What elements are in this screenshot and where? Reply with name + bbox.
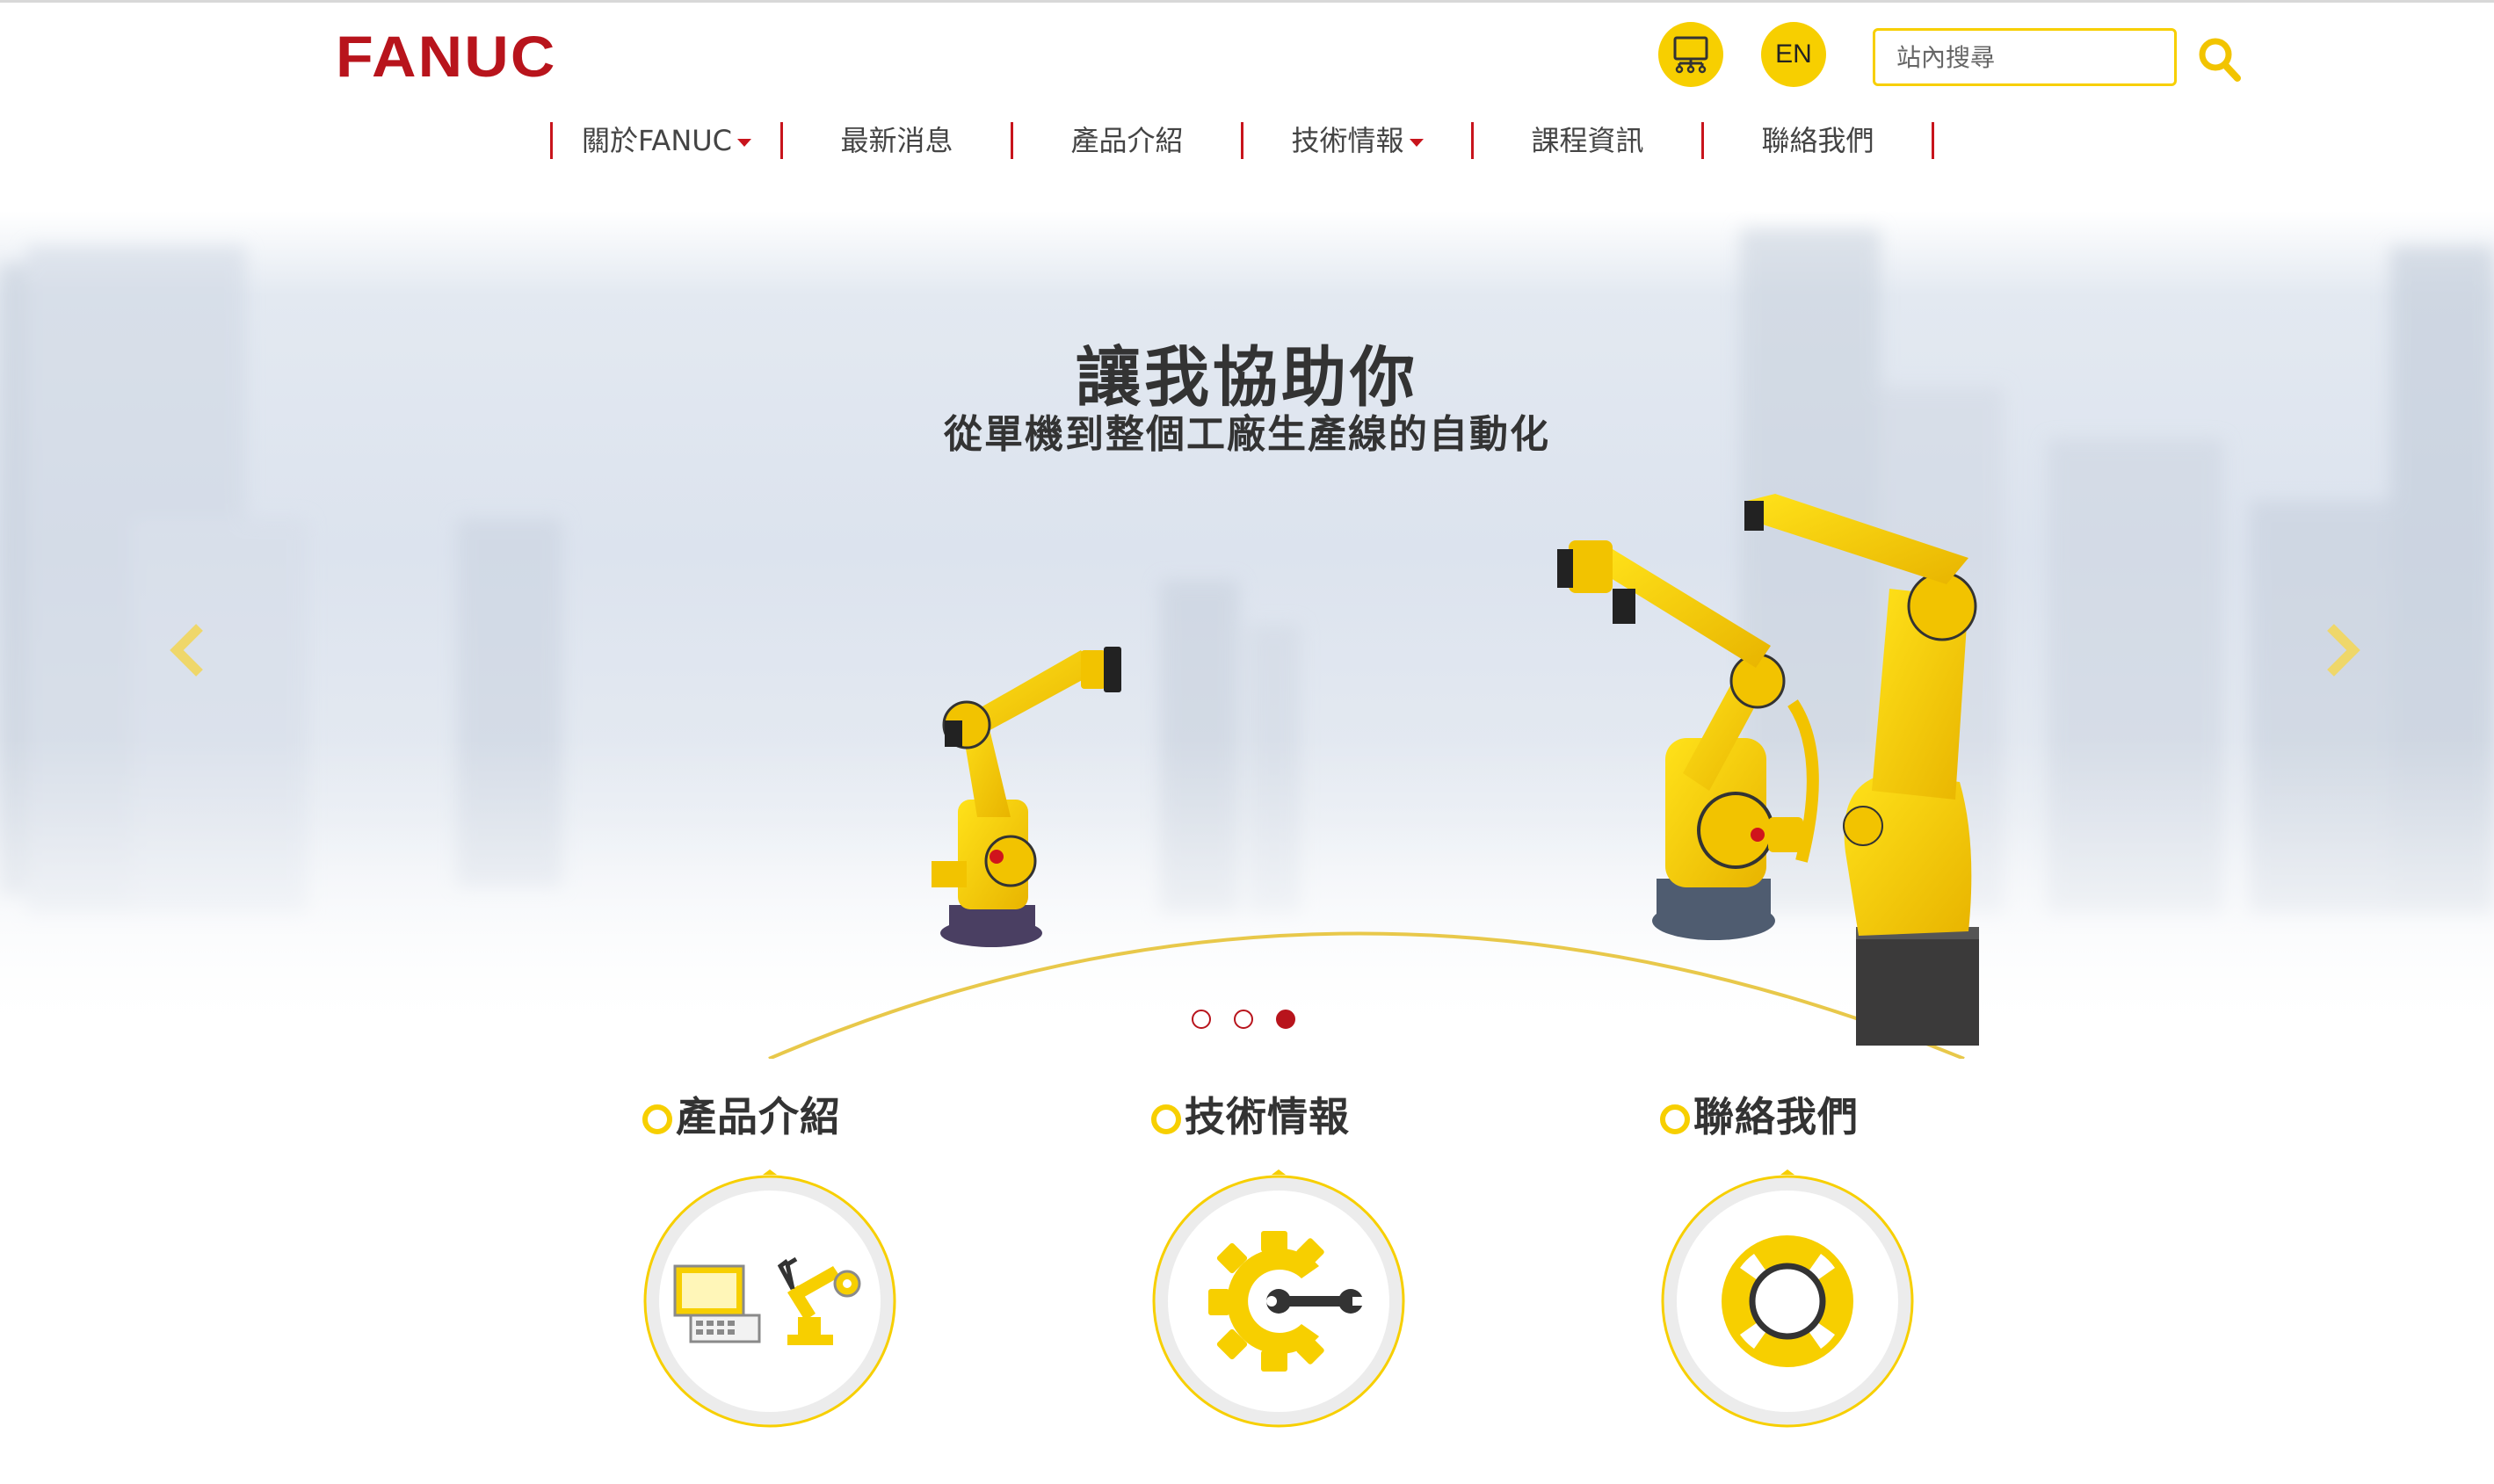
feature-label: 技術情報 — [1185, 1093, 1350, 1140]
nav-item-label: 課程資訊 — [1531, 124, 1644, 157]
site-search-input[interactable] — [1873, 28, 2177, 86]
nav-item-courses[interactable]: 課程資訊 — [1474, 121, 1701, 160]
circle-bullet-icon — [1660, 1104, 1690, 1134]
top-border — [0, 0, 2494, 3]
nav-item-label: 聯絡我們 — [1761, 124, 1874, 157]
search-icon[interactable] — [2197, 35, 2243, 84]
main-nav: 關於FANUC 最新消息 產品介紹 技術情報 課程資訊 聯絡我們 — [550, 121, 1934, 160]
dropdown-caret-icon — [737, 138, 752, 147]
nav-item-label: 關於FANUC — [581, 124, 733, 157]
carousel-dot-3[interactable] — [1276, 1010, 1295, 1029]
nav-item-contact[interactable]: 聯絡我們 — [1704, 121, 1932, 160]
lifebuoy-icon[interactable] — [1656, 1169, 1919, 1433]
sitemap-icon — [1673, 36, 1708, 74]
nav-item-products[interactable]: 產品介紹 — [1013, 121, 1241, 160]
nav-item-news[interactable]: 最新消息 — [783, 121, 1011, 160]
language-switch-button[interactable]: EN — [1761, 22, 1826, 87]
feature-label: 聯絡我們 — [1693, 1093, 1859, 1140]
gear-wrench-icon[interactable] — [1147, 1169, 1410, 1433]
hero-subtitle: 從單機到整個工廠生產線的自動化 — [944, 412, 1550, 457]
nav-item-tech-info[interactable]: 技術情報 — [1243, 121, 1471, 160]
nav-item-label: 技術情報 — [1291, 124, 1404, 157]
sitemap-button[interactable] — [1658, 22, 1723, 87]
dropdown-caret-icon — [1409, 138, 1424, 147]
hero-carousel: 讓我協助你 從單機到整個工廠生產線的自動化 — [0, 211, 2494, 1059]
feature-title: 產品介紹 — [642, 1085, 841, 1143]
carousel-next-arrow-icon[interactable] — [2315, 615, 2367, 685]
fanuc-logo[interactable]: FANUC — [336, 25, 557, 88]
carousel-dot-2[interactable] — [1234, 1010, 1253, 1029]
circle-bullet-icon — [642, 1104, 672, 1134]
feature-title: 技術情報 — [1151, 1085, 1350, 1143]
nav-item-about[interactable]: 關於FANUC — [553, 121, 780, 160]
nav-item-label: 最新消息 — [840, 124, 953, 157]
nav-divider — [1932, 122, 1934, 159]
feature-label: 產品介紹 — [676, 1093, 841, 1140]
feature-title: 聯絡我們 — [1660, 1085, 1859, 1143]
nav-item-label: 產品介紹 — [1070, 124, 1184, 157]
carousel-dot-1[interactable] — [1192, 1010, 1211, 1029]
carousel-pagination — [1192, 1010, 1295, 1029]
product-robot-icon[interactable] — [638, 1169, 902, 1433]
circle-bullet-icon — [1151, 1104, 1181, 1134]
carousel-prev-arrow-icon[interactable] — [163, 615, 215, 685]
